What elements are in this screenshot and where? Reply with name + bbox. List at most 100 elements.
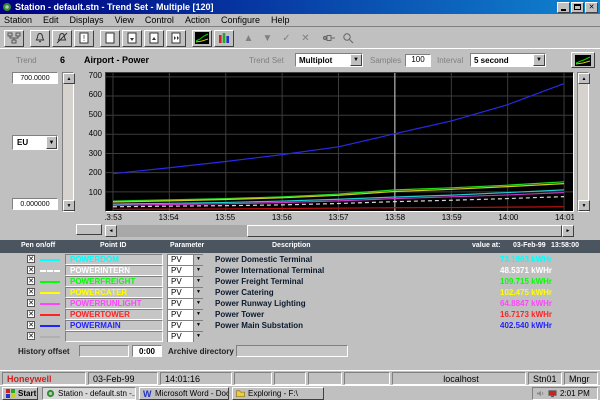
- corner-button[interactable]: [76, 224, 102, 235]
- cancel-icon[interactable]: ✕: [297, 30, 314, 47]
- page-back-icon[interactable]: [122, 30, 142, 47]
- scale-min-input[interactable]: 0.000000: [12, 198, 58, 210]
- scroll-right-icon[interactable]: ►: [562, 225, 574, 237]
- close-button[interactable]: ✕: [585, 2, 598, 13]
- menu-control[interactable]: Control: [145, 15, 174, 25]
- header-value-at: value at:: [472, 242, 500, 249]
- volume-icon[interactable]: [536, 389, 545, 398]
- trend-display-button[interactable]: [571, 52, 595, 68]
- page-forward-icon[interactable]: [144, 30, 164, 47]
- menu-action[interactable]: Action: [185, 15, 210, 25]
- chevron-down-icon[interactable]: ▼: [193, 288, 203, 298]
- scale-max-input[interactable]: 700.0000: [12, 72, 58, 84]
- scroll-up-icon[interactable]: ▲: [63, 73, 75, 84]
- status-cell-empty: [234, 372, 272, 385]
- parameter-select[interactable]: PV▼: [167, 254, 203, 265]
- point-id-field[interactable]: POWERINTERN: [65, 265, 163, 276]
- chevron-down-icon[interactable]: ▼: [350, 54, 362, 66]
- trend-plot[interactable]: [105, 72, 574, 212]
- eu-select[interactable]: EU ▼: [12, 135, 58, 150]
- trend-display-icon[interactable]: [192, 30, 212, 47]
- history-offset-value[interactable]: 0:00: [132, 345, 162, 357]
- y-scrollbar-left[interactable]: ▲ ▼: [62, 72, 74, 212]
- parameter-select[interactable]: PV▼: [167, 276, 203, 287]
- scroll-down-icon[interactable]: ▼: [63, 200, 75, 211]
- raise-icon[interactable]: ▲: [240, 30, 257, 47]
- lower-icon[interactable]: ▼: [259, 30, 276, 47]
- point-description: Power Catering: [215, 287, 470, 298]
- scroll-up-icon[interactable]: ▲: [578, 73, 590, 84]
- point-id-field[interactable]: POWERRUNLIGHT: [65, 298, 163, 309]
- menu-edit[interactable]: Edit: [43, 15, 59, 25]
- scrollbar-thumb[interactable]: [247, 225, 562, 237]
- menu-view[interactable]: View: [115, 15, 134, 25]
- chevron-down-icon[interactable]: ▼: [46, 136, 57, 149]
- chevron-down-icon[interactable]: ▼: [193, 299, 203, 309]
- trend-set-select[interactable]: Multiplot ▼: [295, 53, 363, 67]
- station-network-icon[interactable]: [4, 30, 24, 47]
- restore-button[interactable]: [571, 2, 584, 13]
- page-fast-icon[interactable]: [166, 30, 186, 47]
- chevron-down-icon[interactable]: ▼: [193, 277, 203, 287]
- pen-checkbox[interactable]: ✕: [27, 321, 35, 329]
- archive-directory-field[interactable]: [236, 345, 348, 357]
- alarm-bell-icon[interactable]: [30, 30, 50, 47]
- alarm-ack-icon[interactable]: [52, 30, 72, 47]
- accept-icon[interactable]: ✓: [278, 30, 295, 47]
- menu-configure[interactable]: Configure: [221, 15, 260, 25]
- menu-displays[interactable]: Displays: [70, 15, 104, 25]
- task-exploring[interactable]: Exploring - F:\: [232, 387, 324, 400]
- menu-help[interactable]: Help: [271, 15, 290, 25]
- point-description: Power International Terminal: [215, 265, 470, 276]
- parameter-select[interactable]: PV▼: [167, 298, 203, 309]
- message-page-icon[interactable]: !: [74, 30, 94, 47]
- connect-icon[interactable]: [320, 30, 337, 47]
- chevron-down-icon[interactable]: ▼: [193, 332, 203, 342]
- samples-input[interactable]: 100: [405, 54, 431, 67]
- pen-checkbox[interactable]: ✕: [27, 310, 35, 318]
- start-button[interactable]: Start: [2, 387, 38, 400]
- pen-checkbox[interactable]: ✕: [27, 255, 35, 263]
- scrollbar-track[interactable]: [117, 225, 247, 237]
- minimize-button[interactable]: [557, 2, 570, 13]
- pen-checkbox[interactable]: ✕: [27, 277, 35, 285]
- chevron-down-icon[interactable]: ▼: [193, 321, 203, 331]
- group-display-icon[interactable]: [214, 30, 234, 47]
- chevron-down-icon[interactable]: ▼: [193, 310, 203, 320]
- pen-table: ✕POWERDOMPV▼Power Domestic Terminal73.19…: [0, 254, 600, 342]
- point-id-field[interactable]: POWERCATER: [65, 287, 163, 298]
- windows-logo-icon: [6, 389, 15, 398]
- page-recall-icon[interactable]: [100, 30, 120, 47]
- chevron-down-icon[interactable]: ▼: [193, 266, 203, 276]
- point-value: 48.5371 kWHr: [500, 265, 595, 276]
- parameter-select[interactable]: PV▼: [167, 331, 203, 342]
- scroll-down-icon[interactable]: ▼: [578, 200, 590, 211]
- task-station[interactable]: Station - default.stn -...: [42, 387, 136, 400]
- zoom-icon[interactable]: [339, 30, 356, 47]
- parameter-select[interactable]: PV▼: [167, 265, 203, 276]
- chevron-down-icon[interactable]: ▼: [533, 54, 545, 66]
- task-word[interactable]: W Microsoft Word - Document...: [139, 387, 229, 400]
- point-id-field[interactable]: POWERDOM: [65, 254, 163, 265]
- parameter-select[interactable]: PV▼: [167, 309, 203, 320]
- point-id-field[interactable]: [65, 331, 163, 342]
- history-offset-field[interactable]: [79, 345, 129, 357]
- chevron-down-icon[interactable]: ▼: [193, 255, 203, 265]
- time-scrollbar[interactable]: ◄ ►: [105, 225, 574, 237]
- scroll-left-icon[interactable]: ◄: [105, 225, 117, 237]
- pen-checkbox[interactable]: ✕: [27, 299, 35, 307]
- y-scrollbar-right[interactable]: ▲ ▼: [577, 72, 589, 212]
- point-id-field[interactable]: POWERTOWER: [65, 309, 163, 320]
- menu-station[interactable]: Station: [4, 15, 32, 25]
- point-id-field[interactable]: POWERMAIN: [65, 320, 163, 331]
- point-id-field[interactable]: POWERFREIGHT: [65, 276, 163, 287]
- parameter-select[interactable]: PV▼: [167, 320, 203, 331]
- pen-color-sample: [40, 309, 60, 320]
- parameter-select[interactable]: PV▼: [167, 287, 203, 298]
- pen-checkbox[interactable]: ✕: [27, 266, 35, 274]
- display-icon[interactable]: [548, 389, 557, 398]
- interval-select[interactable]: 5 second ▼: [470, 53, 546, 67]
- pen-checkbox[interactable]: ✕: [27, 288, 35, 296]
- pen-checkbox[interactable]: ✕: [27, 332, 35, 340]
- header-pen: Pen on/off: [21, 242, 55, 249]
